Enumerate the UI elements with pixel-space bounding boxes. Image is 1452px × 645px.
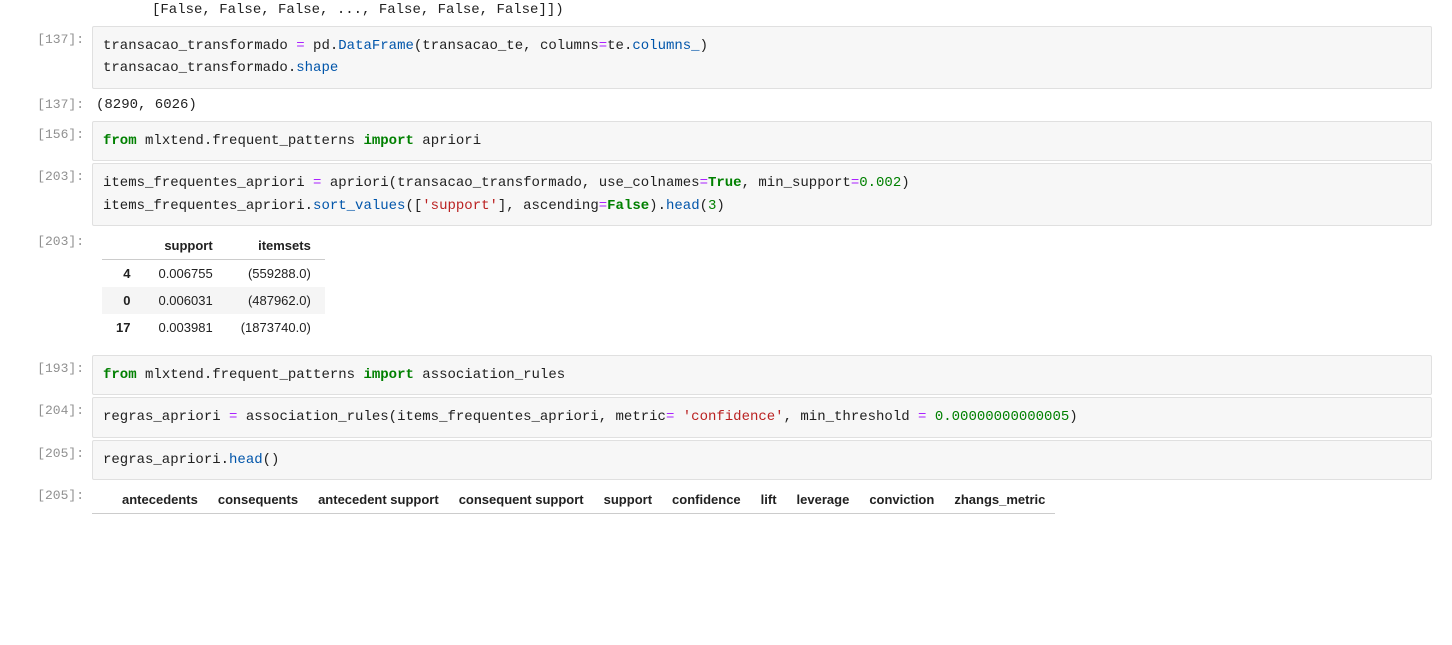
code-editor[interactable]: from mlxtend.frequent_patterns import ap… <box>92 121 1432 161</box>
code-editor[interactable]: items_frequentes_apriori = apriori(trans… <box>92 163 1432 226</box>
col-header: itemsets <box>227 232 325 260</box>
output-text: (8290, 6026) <box>92 91 1432 119</box>
header-row: antecedents consequents antecedent suppo… <box>92 486 1055 514</box>
table-row: 17 0.003981 (1873740.0) <box>102 314 325 341</box>
dataframe-table: support itemsets 4 0.006755 (559288.0) 0… <box>102 232 325 341</box>
code-cell-193[interactable]: [193]: from mlxtend.frequent_patterns im… <box>0 355 1452 395</box>
output-cell-203: [203]: support itemsets 4 0.006755 (5592… <box>0 228 1452 353</box>
code-cell-137[interactable]: [137]: transacao_transformado = pd.DataF… <box>0 26 1452 89</box>
code-cell-156[interactable]: [156]: from mlxtend.frequent_patterns im… <box>0 121 1452 161</box>
code-editor[interactable]: regras_apriori = association_rules(items… <box>92 397 1432 437</box>
code-cell-205[interactable]: [205]: regras_apriori.head() <box>0 440 1452 480</box>
code-cell-203[interactable]: [203]: items_frequentes_apriori = aprior… <box>0 163 1452 226</box>
code-editor[interactable]: from mlxtend.frequent_patterns import as… <box>92 355 1432 395</box>
prompt-in: [205]: <box>0 440 92 461</box>
prompt-out: [137]: <box>0 91 92 112</box>
code-cell-204[interactable]: [204]: regras_apriori = association_rule… <box>0 397 1452 437</box>
col-header: support <box>144 232 226 260</box>
output-cell-205: [205]: antecedents consequents anteceden… <box>0 482 1452 526</box>
prompt-in: [193]: <box>0 355 92 376</box>
output-text: [False, False, False, ..., False, False,… <box>92 2 1432 24</box>
output-fragment-top: [False, False, False, ..., False, False,… <box>0 2 1452 24</box>
prompt-in: [137]: <box>0 26 92 47</box>
prompt-out: [203]: <box>0 228 92 249</box>
prompt-out: [205]: <box>0 482 92 503</box>
table-row: 0 0.006031 (487962.0) <box>102 287 325 314</box>
prompt-in: [203]: <box>0 163 92 184</box>
code-editor[interactable]: regras_apriori.head() <box>92 440 1432 480</box>
dataframe-table: antecedents consequents antecedent suppo… <box>92 486 1055 514</box>
notebook: [False, False, False, ..., False, False,… <box>0 2 1452 548</box>
output-cell-137: [137]: (8290, 6026) <box>0 91 1452 119</box>
code-editor[interactable]: transacao_transformado = pd.DataFrame(tr… <box>92 26 1432 89</box>
prompt-in: [204]: <box>0 397 92 418</box>
table-row: 4 0.006755 (559288.0) <box>102 259 325 287</box>
prompt-in: [156]: <box>0 121 92 142</box>
prompt-empty <box>0 2 92 8</box>
